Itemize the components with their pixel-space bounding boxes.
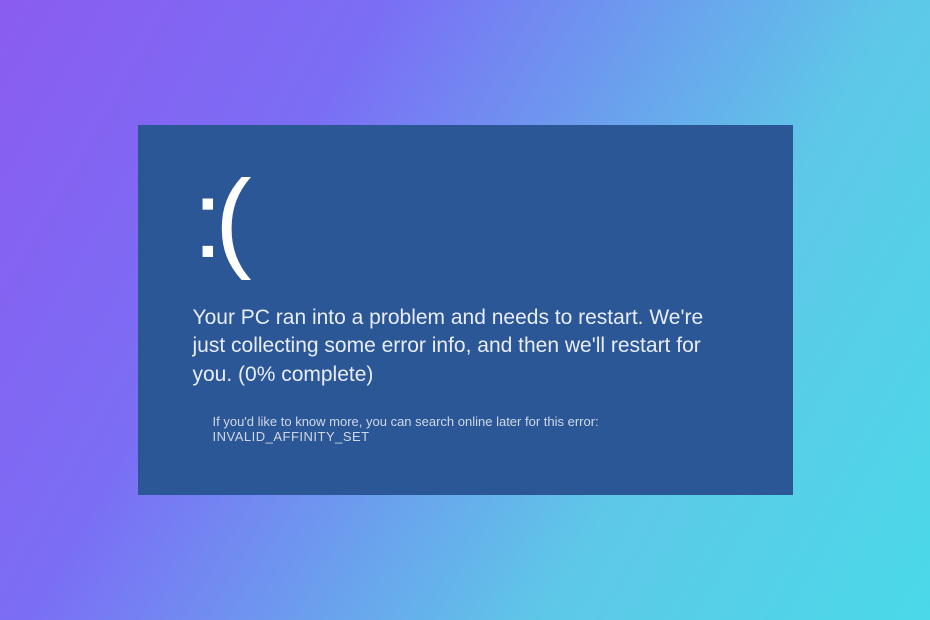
error-message: Your PC ran into a problem and needs to … [193,304,738,389]
bsod-panel: :( Your PC ran into a problem and needs … [138,125,793,495]
hint-prefix-text: If you'd like to know more, you can sear… [213,414,599,429]
error-hint: If you'd like to know more, you can sear… [193,414,738,444]
sad-face-icon: :( [193,170,738,269]
error-code: INVALID_AFFINITY_SET [213,429,370,444]
